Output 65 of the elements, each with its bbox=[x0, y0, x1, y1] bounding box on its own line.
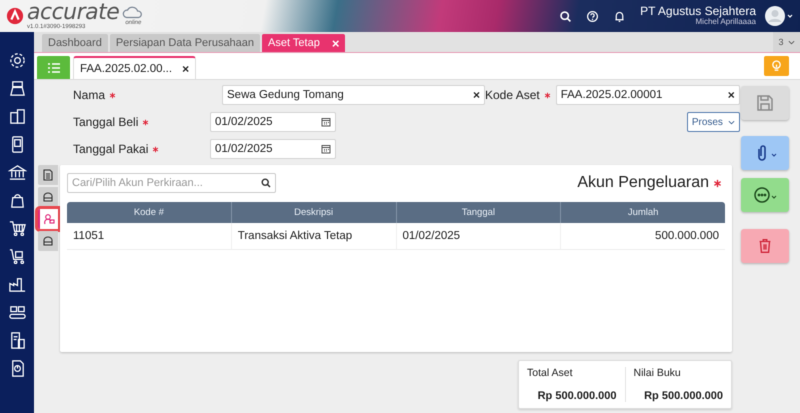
total-value: Rp 500.000.000 bbox=[538, 390, 616, 402]
clear-icon[interactable]: × bbox=[728, 88, 735, 102]
input-field[interactable]: 01/02/2025 bbox=[210, 112, 336, 132]
input-field[interactable]: Sewa Gedung Tomang × bbox=[222, 85, 485, 105]
tab[interactable]: Persiapan Data Perusahaan bbox=[110, 34, 260, 52]
input-field[interactable]: FAA.2025.02.00001 × bbox=[556, 85, 740, 105]
document-icon bbox=[42, 169, 54, 181]
side-tab[interactable] bbox=[38, 231, 58, 251]
calendar-icon[interactable] bbox=[321, 117, 331, 127]
table-cell: 500.000.000 bbox=[560, 223, 725, 249]
calendar-icon[interactable] bbox=[321, 144, 331, 154]
company-name: PT Agustus Sejahtera bbox=[640, 5, 756, 18]
cloud-icon bbox=[122, 5, 144, 19]
save-button[interactable] bbox=[741, 86, 789, 120]
tab[interactable]: Aset Tetap × bbox=[262, 34, 346, 52]
side-tab[interactable] bbox=[38, 187, 58, 207]
avatar-icon[interactable] bbox=[764, 5, 794, 27]
column-header: Kode # bbox=[132, 206, 165, 220]
factory-icon[interactable] bbox=[8, 275, 26, 294]
more-button[interactable] bbox=[741, 178, 789, 212]
tray-icon bbox=[42, 191, 54, 203]
table-cell: 01/02/2025 bbox=[396, 223, 560, 249]
lightbulb-icon bbox=[771, 60, 782, 72]
section-title: Akun Pengeluaran bbox=[577, 174, 709, 192]
tab[interactable]: Dashboard bbox=[42, 34, 108, 52]
table-cell: Transaksi Aktiva Tetap bbox=[230, 223, 396, 249]
search-icon[interactable] bbox=[559, 10, 572, 22]
delete-button[interactable] bbox=[741, 229, 789, 263]
user-card-icon bbox=[43, 213, 55, 225]
column-header: Jumlah bbox=[560, 202, 725, 223]
total-value: Rp 500.000.000 bbox=[644, 390, 723, 402]
settings-icon[interactable] bbox=[8, 51, 26, 70]
document-tab[interactable]: FAA.2025.02.00... × bbox=[73, 56, 196, 79]
side-tab[interactable] bbox=[38, 209, 58, 229]
input-field[interactable]: 01/02/2025 bbox=[210, 139, 336, 159]
conveyor-icon[interactable] bbox=[8, 303, 26, 322]
attachment-button[interactable] bbox=[741, 136, 789, 170]
search-icon[interactable] bbox=[261, 178, 271, 188]
bank-icon[interactable] bbox=[8, 163, 26, 182]
logo-icon bbox=[6, 7, 24, 25]
cart-icon[interactable] bbox=[8, 219, 26, 238]
building-icon[interactable] bbox=[8, 107, 26, 126]
chevron-down-icon bbox=[728, 120, 735, 124]
field-label: Kode Aset bbox=[485, 88, 540, 102]
process-dropdown[interactable]: Proses bbox=[686, 112, 740, 132]
chevron-down-icon bbox=[788, 40, 795, 45]
tray-icon bbox=[42, 235, 54, 247]
close-icon[interactable]: × bbox=[332, 36, 340, 50]
help-icon[interactable] bbox=[586, 10, 600, 22]
table-cell-text: 11051 bbox=[72, 229, 106, 244]
brand-name: accurate bbox=[27, 2, 120, 24]
list-icon bbox=[46, 62, 60, 74]
cart-box-icon[interactable] bbox=[8, 247, 26, 266]
field-label: Nama bbox=[73, 88, 106, 102]
side-tab[interactable] bbox=[38, 165, 58, 185]
user-name: Michel Aprillaaaa bbox=[696, 18, 756, 27]
column-header: Tanggal bbox=[396, 202, 560, 223]
field-label: Tanggal Beli bbox=[73, 115, 138, 129]
bell-icon[interactable] bbox=[613, 10, 626, 22]
total-label: Total Aset bbox=[527, 367, 573, 379]
column-header: Deskripsi bbox=[230, 202, 396, 223]
total-label: Nilai Buku bbox=[634, 367, 681, 379]
tab-count-dropdown[interactable]: 3 bbox=[773, 32, 800, 52]
field-label: Tanggal Pakai bbox=[73, 142, 148, 156]
clear-icon[interactable]: × bbox=[472, 88, 480, 102]
